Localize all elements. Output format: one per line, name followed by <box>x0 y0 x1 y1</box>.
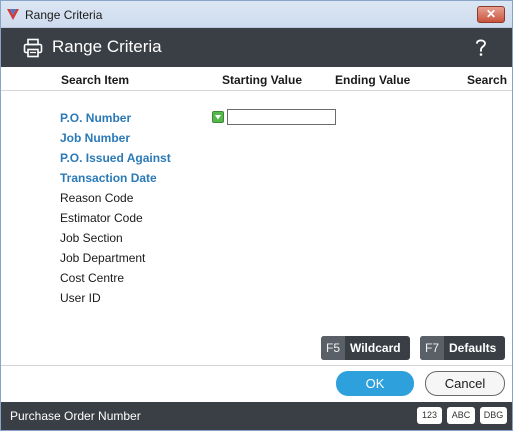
range-criteria-window: Range Criteria ✕ Range Criteria Search I… <box>0 0 513 431</box>
dialog-header: Range Criteria <box>1 28 512 67</box>
column-headers: Search Item Starting Value Ending Value … <box>1 67 512 91</box>
app-logo-icon <box>7 9 19 20</box>
column-starting-value: Starting Value <box>222 73 303 87</box>
caps-mode-badge[interactable]: ABC <box>447 407 475 424</box>
window-title: Range Criteria <box>25 8 103 22</box>
search-item-job-department[interactable]: Job Department <box>60 251 145 265</box>
column-search: Search <box>467 73 508 87</box>
ok-button[interactable]: OK <box>336 371 414 396</box>
status-text: Purchase Order Number <box>10 409 141 423</box>
wildcard-label: Wildcard <box>350 341 401 355</box>
search-item-estimator-code[interactable]: Estimator Code <box>60 211 143 225</box>
column-ending-value: Ending Value <box>335 73 411 87</box>
lookup-dropdown-button[interactable] <box>212 111 224 123</box>
column-search-item: Search Item <box>61 73 130 87</box>
help-icon[interactable] <box>474 37 488 57</box>
status-bar: Purchase Order Number 123 ABC DBG <box>1 402 512 430</box>
wildcard-button[interactable]: F5 Wildcard <box>321 336 410 360</box>
close-button[interactable]: ✕ <box>477 6 505 23</box>
chevron-down-icon <box>215 115 221 120</box>
wildcard-key-label: F5 <box>321 336 345 360</box>
numeric-mode-badge[interactable]: 123 <box>417 407 442 424</box>
search-item-po-issued-against[interactable]: P.O. Issued Against <box>60 151 171 165</box>
search-item-user-id[interactable]: User ID <box>60 291 101 305</box>
printer-icon[interactable] <box>23 38 43 58</box>
search-item-job-number[interactable]: Job Number <box>60 131 130 145</box>
search-item-job-section[interactable]: Job Section <box>60 231 123 245</box>
divider <box>1 365 512 366</box>
dialog-title: Range Criteria <box>52 37 162 56</box>
close-icon: ✕ <box>485 7 497 21</box>
title-bar[interactable]: Range Criteria ✕ <box>1 1 512 28</box>
debug-badge[interactable]: DBG <box>480 407 507 424</box>
cancel-button[interactable]: Cancel <box>425 371 505 396</box>
search-item-reason-code[interactable]: Reason Code <box>60 191 133 205</box>
defaults-key-label: F7 <box>420 336 444 360</box>
search-item-po-number[interactable]: P.O. Number <box>60 111 131 125</box>
defaults-button[interactable]: F7 Defaults <box>420 336 505 360</box>
starting-value-input[interactable] <box>227 109 336 125</box>
search-item-cost-centre[interactable]: Cost Centre <box>60 271 124 285</box>
search-item-transaction-date[interactable]: Transaction Date <box>60 171 157 185</box>
defaults-label: Defaults <box>449 341 497 355</box>
